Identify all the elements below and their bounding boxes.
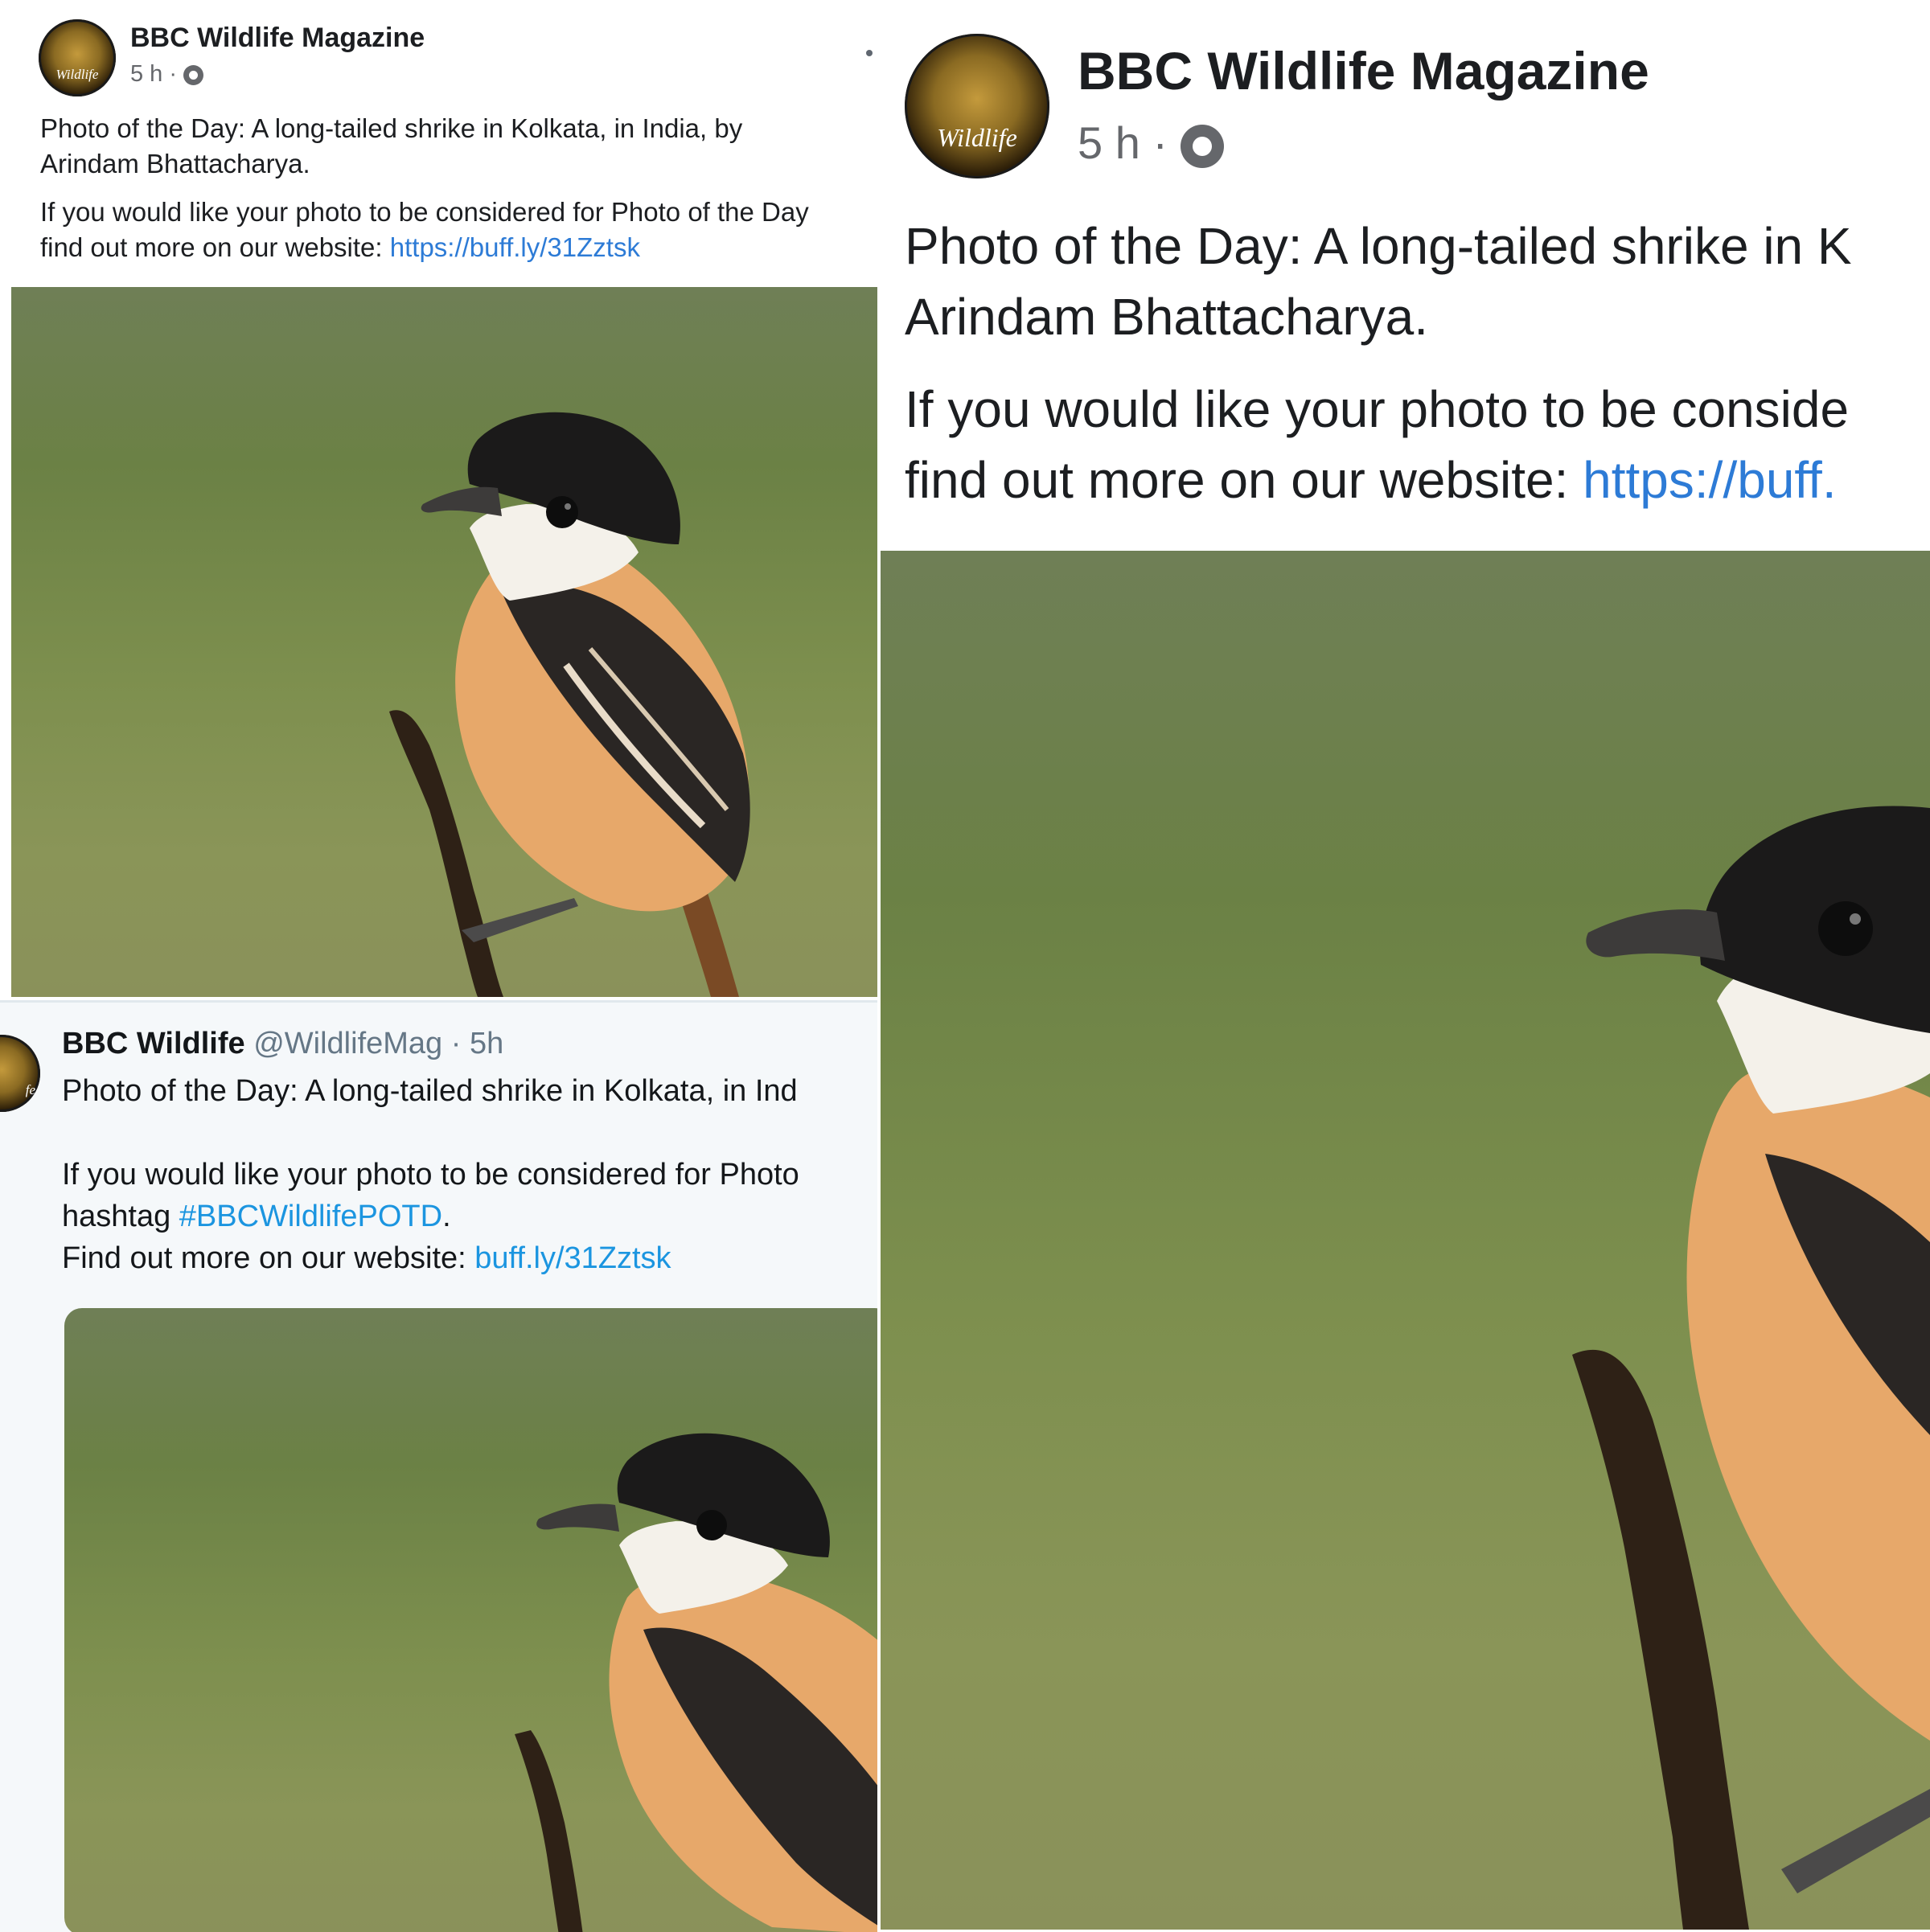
tweet-separator: ·	[451, 1027, 462, 1060]
post-cta: If you would like your photo to be consi…	[40, 195, 809, 265]
tweet-hashtag-prefix: hashtag	[62, 1200, 179, 1233]
caption-line-2-zoomed: Arindam Bhattacharya.	[905, 281, 1852, 352]
tweet-beak	[536, 1504, 619, 1532]
tweet-body: Photo of the Day: A long-tailed shrike i…	[62, 1070, 799, 1279]
post-cta-zoomed: If you would like your photo to be consi…	[905, 374, 1849, 515]
beak	[421, 487, 502, 516]
more-options-icon[interactable]	[866, 50, 873, 56]
tweet-hashtag-suffix: .	[442, 1200, 451, 1233]
tweet-photo[interactable]	[64, 1308, 877, 1932]
tweet-website-prefix: Find out more on our website:	[62, 1241, 474, 1275]
caption-line-1: Photo of the Day: A long-tailed shrike i…	[40, 111, 742, 146]
caption-line-2: Arindam Bhattacharya.	[40, 146, 742, 182]
post-meta: 5 h ·	[130, 61, 203, 88]
tweet: fe BBC Wildlife @WildlifeMag · 5h Photo …	[0, 1000, 877, 1932]
tweet-line-2: If you would like your photo to be consi…	[62, 1154, 799, 1196]
website-link[interactable]: https://buff.ly/31Zztsk	[390, 232, 640, 262]
tweet-link[interactable]: buff.ly/31Zztsk	[474, 1241, 671, 1275]
tweet-line-4: Find out more on our website: buff.ly/31…	[62, 1237, 799, 1279]
eye-glint	[565, 503, 571, 510]
cta-line-1-zoomed: If you would like your photo to be consi…	[905, 374, 1849, 445]
tweet-blank-line	[62, 1112, 799, 1154]
post-meta-zoomed: 5 h ·	[1078, 117, 1224, 169]
tweet-hashtag[interactable]: #BBCWildlifePOTD	[179, 1200, 442, 1233]
tweet-line-1: Photo of the Day: A long-tailed shrike i…	[62, 1070, 799, 1112]
post-timestamp-zoomed[interactable]: 5 h	[1078, 117, 1140, 168]
cta-line-1: If you would like your photo to be consi…	[40, 195, 809, 230]
page-name[interactable]: BBC Wildlife Magazine	[130, 23, 425, 54]
tweet-shrike-illustration	[64, 1308, 877, 1932]
globe-icon	[183, 65, 203, 85]
zoomed-shrike-illustration	[881, 551, 1930, 1930]
avatar-logo-text: Wildlife	[39, 67, 116, 83]
tweet-eye	[696, 1510, 727, 1540]
tweet-display-name[interactable]: BBC Wildlife	[62, 1027, 245, 1060]
tweet-handle[interactable]: @WildlifeMag	[253, 1027, 442, 1060]
cta-line-2-zoomed: find out more on our website: https://bu…	[905, 445, 1849, 515]
cta-line-2: find out more on our website: https://bu…	[40, 230, 809, 265]
tweet-avatar[interactable]: fe	[0, 1035, 40, 1112]
post-caption-zoomed: Photo of the Day: A long-tailed shrike i…	[905, 211, 1852, 352]
post-timestamp[interactable]: 5 h	[130, 61, 162, 87]
cta-prefix: find out more on our website:	[40, 232, 390, 262]
eye	[546, 496, 578, 528]
tweet-branch	[515, 1730, 583, 1932]
zoomed-twig	[1781, 1789, 1930, 1893]
cta-prefix-zoomed: find out more on our website:	[905, 451, 1583, 509]
post-photo-zoomed[interactable]	[881, 551, 1930, 1930]
tweet-line-3: hashtag #BBCWildlifePOTD.	[62, 1196, 799, 1237]
globe-icon	[1181, 125, 1224, 168]
meta-separator: ·	[169, 61, 177, 87]
tweet-time[interactable]: 5h	[470, 1027, 503, 1060]
zoomed-eye	[1818, 901, 1873, 956]
zoomed-eye-glint	[1850, 913, 1861, 925]
caption-line-1-zoomed: Photo of the Day: A long-tailed shrike i…	[905, 211, 1852, 281]
page-avatar-zoomed[interactable]: Wildlife	[905, 34, 1049, 178]
page-avatar[interactable]: Wildlife	[39, 19, 116, 96]
meta-separator-zoomed: ·	[1152, 117, 1168, 168]
avatar-logo-text-zoomed: Wildlife	[905, 123, 1049, 153]
post-caption: Photo of the Day: A long-tailed shrike i…	[40, 111, 742, 182]
facebook-post-small: Wildlife BBC Wildlife Magazine 5 h · Pho…	[0, 0, 877, 997]
tweet-header: BBC Wildlife @WildlifeMag · 5h	[62, 1027, 503, 1061]
website-link-zoomed[interactable]: https://buff.	[1583, 451, 1836, 509]
post-photo[interactable]	[11, 287, 877, 997]
tweet-avatar-text: fe	[0, 1082, 40, 1098]
page-name-zoomed[interactable]: BBC Wildlife Magazine	[1078, 40, 1649, 101]
zoomed-beak	[1586, 909, 1725, 961]
facebook-post-zoomed: Wildlife BBC Wildlife Magazine 5 h · Pho…	[881, 0, 1930, 1930]
shrike-illustration	[11, 287, 877, 997]
